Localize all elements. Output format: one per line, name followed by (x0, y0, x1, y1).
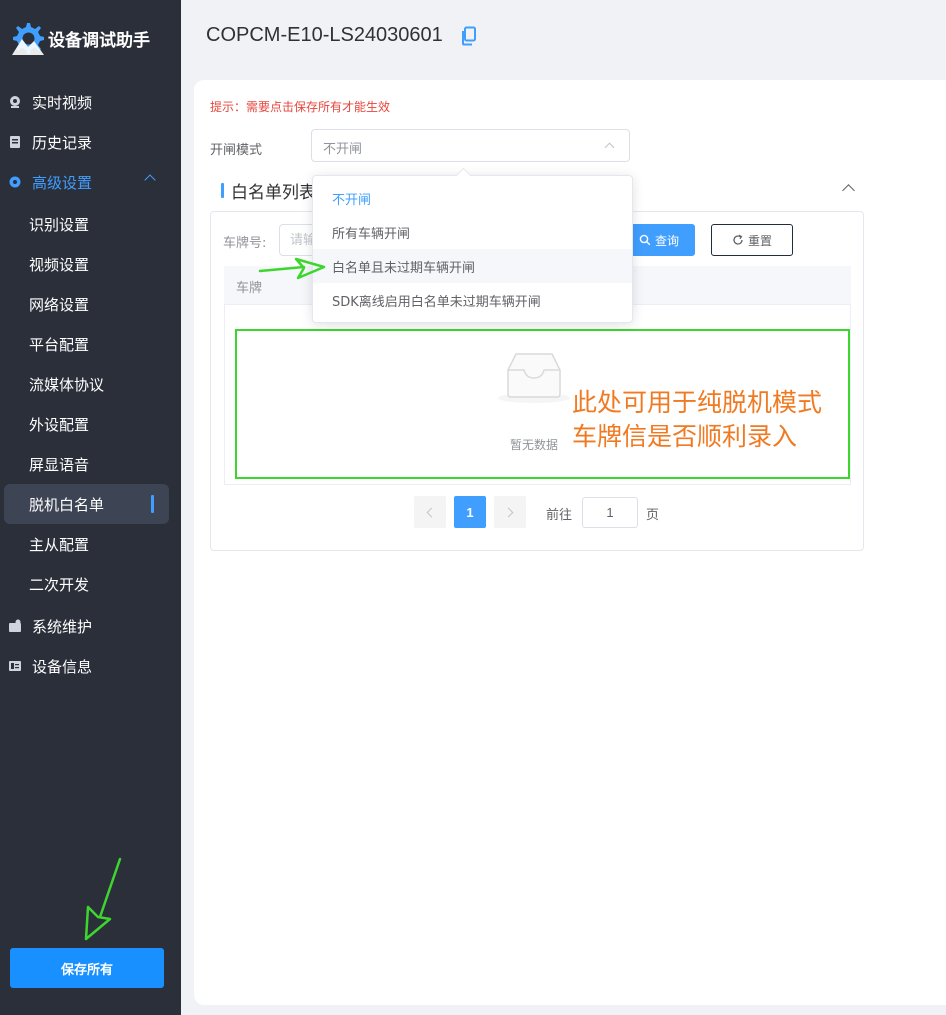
chevron-up-icon (604, 142, 615, 153)
annotation-line-2: 车牌信是否顺利录入 (572, 422, 798, 451)
annotation-line-1: 此处可用于纯脱机模式 (572, 388, 823, 417)
goto-page-input[interactable] (582, 497, 638, 528)
prev-page-button[interactable] (414, 496, 446, 528)
option-all-vehicles[interactable]: 所有车辆开闸 (313, 215, 632, 249)
sidebar-subitem-recognition[interactable]: 识别设置 (0, 204, 181, 244)
sidebar-item-label: 屏显语音 (29, 455, 90, 474)
sidebar-subitem-streaming[interactable]: 流媒体协议 (0, 364, 181, 404)
sidebar-item-system-maintenance[interactable]: 系统维护 (0, 606, 181, 646)
sidebar-subitem-secondary-dev[interactable]: 二次开发 (0, 564, 181, 604)
sidebar-item-history[interactable]: 历史记录 (0, 122, 181, 162)
plate-label: 车牌号: (223, 236, 267, 251)
whitelist-section-title: 白名单列表 (221, 178, 316, 203)
save-all-button[interactable]: 保存所有 (10, 948, 164, 988)
sidebar-item-label: 实时视频 (32, 93, 93, 112)
history-icon (10, 136, 20, 148)
refresh-icon (733, 234, 743, 245)
annotation-text: 此处可用于纯脱机模式 车牌信是否顺利录入 (572, 386, 822, 454)
search-icon (639, 234, 651, 246)
reset-button[interactable]: 重置 (711, 224, 793, 256)
sidebar-item-label: 识别设置 (29, 215, 90, 234)
save-hint: 提示：需要点击保存所有才能生效 (210, 100, 391, 114)
gate-mode-value: 不开闸 (323, 142, 363, 157)
reset-label: 重置 (747, 233, 772, 248)
sidebar-item-label: 流媒体协议 (29, 375, 105, 394)
whitelist-title-text: 白名单列表 (231, 183, 316, 203)
device-id-title: COPCM-E10-LS24030601 (206, 24, 443, 46)
sidebar-subitem-master-slave[interactable]: 主从配置 (0, 524, 181, 564)
goto-label: 前往 (546, 508, 573, 523)
gate-mode-select[interactable]: 不开闸 (311, 129, 630, 162)
gate-mode-dropdown: 不开闸 所有车辆开闸 白名单且未过期车辆开闸 SDK离线启用白名单未过期车辆开闸 (312, 175, 633, 323)
sidebar-item-label: 平台配置 (29, 335, 90, 354)
title-accent-bar (221, 183, 224, 198)
copy-icon[interactable] (461, 26, 477, 46)
sidebar-item-label: 外设配置 (29, 415, 90, 434)
sidebar-item-label: 主从配置 (29, 535, 90, 554)
gate-mode-label: 开闸模式 (210, 143, 263, 158)
sidebar-item-label: 网络设置 (29, 295, 90, 314)
page-suffix-label: 页 (646, 508, 660, 523)
sidebar-item-label: 系统维护 (32, 617, 93, 636)
info-icon (9, 661, 21, 671)
option-label: 不开闸 (332, 192, 372, 208)
chevron-up-icon (144, 174, 156, 186)
annotation-arrow-down-icon (84, 857, 122, 941)
sidebar-subitem-display-voice[interactable]: 屏显语音 (0, 444, 181, 484)
option-no-open[interactable]: 不开闸 (313, 181, 632, 215)
sidebar-item-label: 高级设置 (32, 173, 93, 192)
sidebar-subitem-platform[interactable]: 平台配置 (0, 324, 181, 364)
option-label: SDK离线启用白名单未过期车辆开闸 (332, 294, 541, 310)
option-sdk-offline-whitelist[interactable]: SDK离线启用白名单未过期车辆开闸 (313, 283, 632, 317)
sidebar-subitem-peripheral[interactable]: 外设配置 (0, 404, 181, 444)
option-label: 白名单且未过期车辆开闸 (332, 260, 476, 276)
sidebar-subitem-video[interactable]: 视频设置 (0, 244, 181, 284)
next-page-button[interactable] (494, 496, 526, 528)
sidebar-item-label: 二次开发 (29, 575, 90, 594)
sidebar-item-device-info[interactable]: 设备信息 (0, 646, 181, 686)
query-button[interactable]: 查询 (623, 224, 695, 256)
page-number-current[interactable]: 1 (454, 496, 486, 528)
app-title: 设备调试助手 (48, 30, 150, 51)
app-logo: 设备调试助手 (8, 18, 150, 58)
maintenance-icon (9, 619, 21, 632)
sidebar-item-live-video[interactable]: 实时视频 (0, 82, 181, 122)
video-icon (10, 96, 20, 108)
settings-icon (9, 176, 21, 188)
sidebar-subitem-network[interactable]: 网络设置 (0, 284, 181, 324)
annotation-arrow-right-icon (258, 257, 326, 280)
sidebar-item-label: 视频设置 (29, 255, 90, 274)
sidebar-item-label: 历史记录 (32, 133, 93, 152)
option-whitelist-unexpired[interactable]: 白名单且未过期车辆开闸 (313, 249, 632, 283)
query-label: 查询 (654, 233, 679, 248)
sidebar-item-label: 脱机白名单 (29, 495, 105, 514)
gear-logo-icon (12, 23, 44, 55)
sidebar-item-label: 设备信息 (32, 657, 93, 676)
option-label: 所有车辆开闸 (332, 226, 411, 242)
sidebar-item-advanced-settings[interactable]: 高级设置 (0, 162, 181, 202)
sidebar-subitem-offline-whitelist[interactable]: 脱机白名单 (4, 484, 169, 524)
